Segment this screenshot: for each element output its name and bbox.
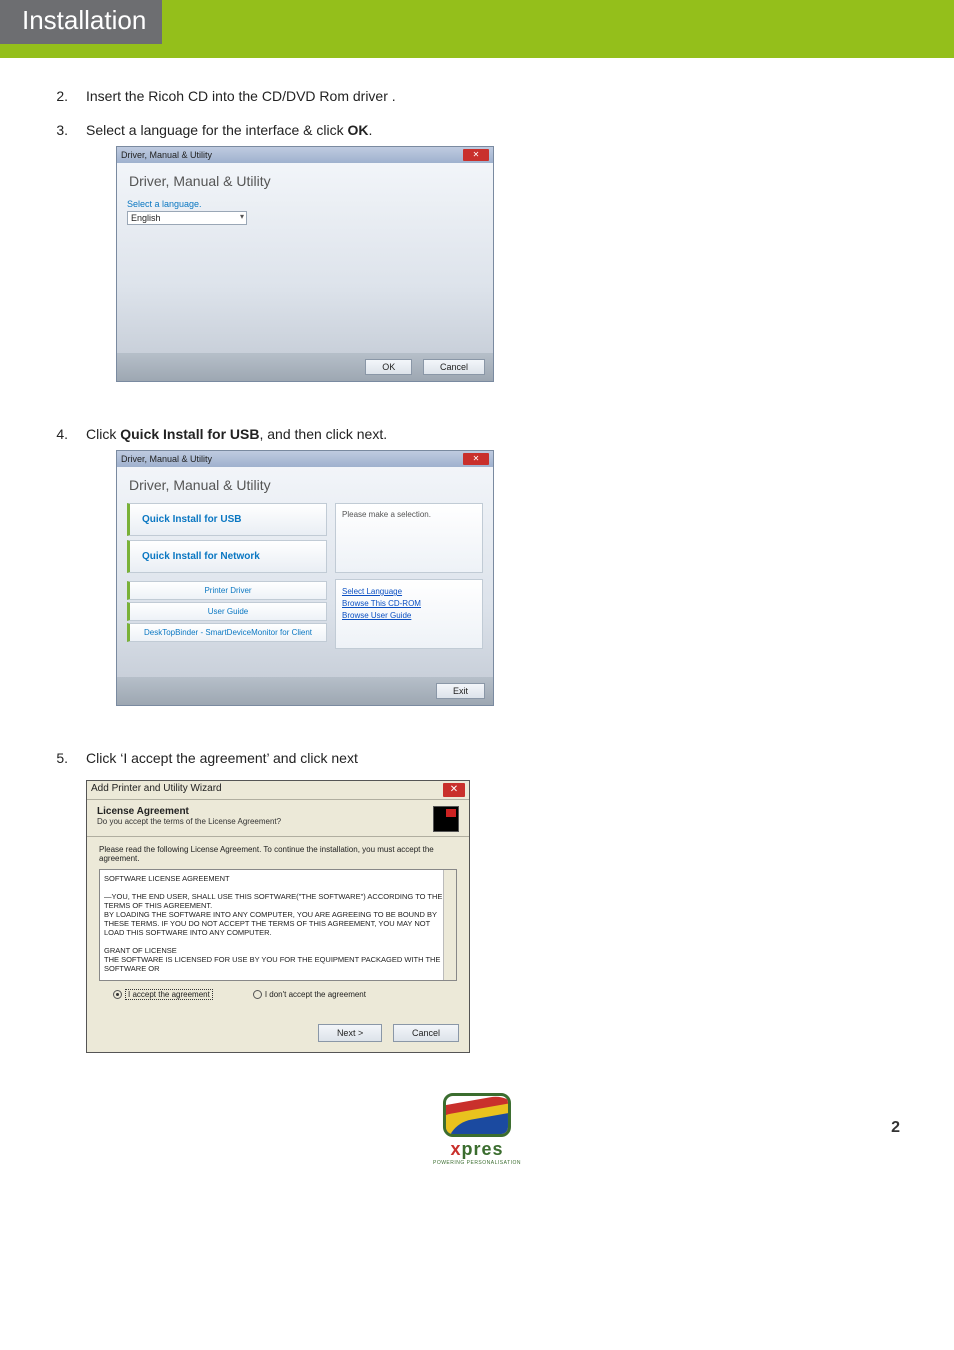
exit-button[interactable]: Exit	[436, 683, 485, 699]
step-number: 4.	[54, 426, 68, 732]
titlebar: Driver, Manual & Utility ✕	[117, 147, 493, 163]
license-subheading: Do you accept the terms of the License A…	[97, 817, 281, 826]
step-number: 2.	[54, 88, 68, 104]
step-text: Insert the Ricoh CD into the CD/DVD Rom …	[86, 88, 586, 104]
page-number: 2	[891, 1119, 900, 1137]
page-title: Installation	[0, 0, 162, 44]
links-panel: Select Language Browse This CD-ROM Brows…	[335, 579, 483, 649]
accept-radio[interactable]: I accept the agreement	[113, 989, 213, 1000]
cancel-button[interactable]: Cancel	[423, 359, 485, 375]
step-number: 3.	[54, 122, 68, 408]
decline-radio[interactable]: I don't accept the agreement	[253, 990, 366, 999]
language-select[interactable]: English	[127, 211, 247, 225]
logo-text-x: x	[450, 1139, 461, 1159]
titlebar: Driver, Manual & Utility ✕	[117, 451, 493, 467]
wizard-icon	[433, 806, 459, 832]
next-button[interactable]: Next >	[318, 1024, 382, 1042]
dialog-install-type: Driver, Manual & Utility ✕ Driver, Manua…	[116, 450, 494, 706]
dialog-heading: Driver, Manual & Utility	[127, 475, 483, 503]
close-icon[interactable]: ✕	[443, 783, 465, 797]
window-title: Driver, Manual & Utility	[121, 454, 212, 464]
page-banner: Installation	[0, 0, 954, 58]
ok-button[interactable]: OK	[365, 359, 412, 375]
window-title: Driver, Manual & Utility	[121, 150, 212, 160]
quick-install-usb-button[interactable]: Quick Install for USB	[127, 503, 327, 536]
printer-driver-button[interactable]: Printer Driver	[127, 581, 327, 600]
hint-panel: Please make a selection.	[335, 503, 483, 573]
dialog-license: Add Printer and Utility Wizard ✕ License…	[86, 780, 470, 1053]
radio-icon	[113, 990, 122, 999]
logo-text-rest: pres	[461, 1139, 503, 1159]
select-language-link[interactable]: Select Language	[342, 586, 476, 598]
license-intro: Please read the following License Agreem…	[99, 845, 457, 863]
logo-tagline: POWERING PERSONALISATION	[433, 1160, 521, 1166]
license-heading: License Agreement	[97, 806, 281, 817]
radio-icon	[253, 990, 262, 999]
step-number: 5.	[54, 750, 68, 1053]
window-title: Add Printer and Utility Wizard	[91, 783, 222, 797]
language-label: Select a language.	[127, 199, 483, 209]
close-icon[interactable]: ✕	[463, 453, 489, 465]
dialog-heading: Driver, Manual & Utility	[127, 171, 483, 199]
step-text: Select a language for the interface & cl…	[86, 122, 586, 408]
content: 2. Insert the Ricoh CD into the CD/DVD R…	[0, 88, 640, 1053]
user-guide-button[interactable]: User Guide	[127, 602, 327, 621]
titlebar: Add Printer and Utility Wizard ✕	[87, 781, 469, 800]
step-text: Click ‘I accept the agreement’ and click…	[86, 750, 586, 1053]
brand-logo: xpres POWERING PERSONALISATION	[433, 1093, 521, 1166]
dialog-language: Driver, Manual & Utility ✕ Driver, Manua…	[116, 146, 494, 382]
logo-icon	[443, 1093, 511, 1137]
browse-user-guide-link[interactable]: Browse User Guide	[342, 610, 476, 622]
eula-textarea[interactable]: SOFTWARE LICENSE AGREEMENT —YOU, THE END…	[99, 869, 457, 981]
step-2: 2. Insert the Ricoh CD into the CD/DVD R…	[54, 88, 586, 104]
step-4: 4. Click Quick Install for USB, and then…	[54, 426, 586, 732]
step-3: 3. Select a language for the interface &…	[54, 122, 586, 408]
step-text: Click Quick Install for USB, and then cl…	[86, 426, 586, 732]
quick-install-network-button[interactable]: Quick Install for Network	[127, 540, 327, 573]
close-icon[interactable]: ✕	[463, 149, 489, 161]
browse-cdrom-link[interactable]: Browse This CD-ROM	[342, 598, 476, 610]
page-footer: xpres POWERING PERSONALISATION 2	[0, 1093, 954, 1183]
desktopbinder-button[interactable]: DeskTopBinder - SmartDeviceMonitor for C…	[127, 623, 327, 642]
cancel-button[interactable]: Cancel	[393, 1024, 459, 1042]
step-5: 5. Click ‘I accept the agreement’ and cl…	[54, 750, 586, 1053]
